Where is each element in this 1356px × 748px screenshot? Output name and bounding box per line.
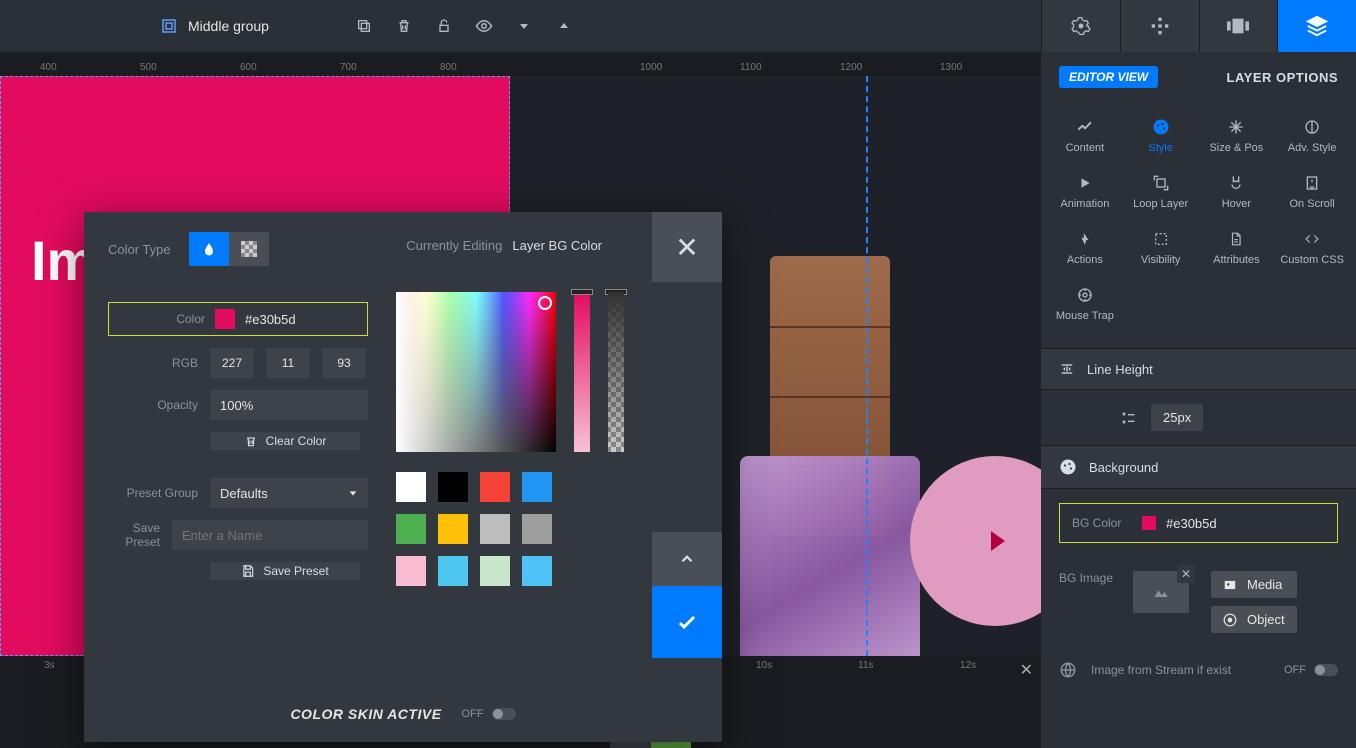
preset-swatch[interactable] <box>438 472 468 502</box>
preset-swatch[interactable] <box>396 514 426 544</box>
scroll-swatches-button[interactable] <box>652 532 722 586</box>
tab-style[interactable]: Style <box>1123 108 1199 164</box>
hue-slider[interactable] <box>574 292 590 452</box>
clear-color-button[interactable]: Clear Color <box>210 432 360 450</box>
tab-looplayer[interactable]: Loop Layer <box>1123 164 1199 220</box>
duplicate-icon[interactable] <box>347 9 381 43</box>
ruler: 400 500 600 700 800 1000 1100 1200 1300 … <box>0 52 1041 76</box>
settings-tab-icon[interactable] <box>1041 0 1120 52</box>
stream-toggle[interactable]: OFF <box>1284 664 1338 676</box>
save-preset-button[interactable]: Save Preset <box>210 562 360 580</box>
alpha-slider[interactable] <box>608 292 624 452</box>
opacity-field: Opacity 100% <box>108 390 368 420</box>
tab-customcss[interactable]: Custom CSS <box>1274 220 1350 276</box>
guide-line[interactable] <box>866 76 868 656</box>
image-placeholder-icon <box>1148 582 1174 602</box>
tab-onscroll[interactable]: On Scroll <box>1274 164 1350 220</box>
product-image[interactable] <box>760 256 900 656</box>
tab-actions[interactable]: Actions <box>1047 220 1123 276</box>
option-tabs: Content Style Size & Pos Adv. Style Anim… <box>1041 102 1356 348</box>
opacity-input[interactable]: 100% <box>210 390 368 420</box>
stream-label: Image from Stream if exist <box>1091 663 1270 677</box>
preset-swatch[interactable] <box>480 472 510 502</box>
currently-editing: Currently EditingLayer BG Color <box>396 238 602 253</box>
bg-image-thumb[interactable]: ✕ <box>1133 571 1189 613</box>
layers-tab-icon[interactable] <box>1277 0 1356 52</box>
panel-title: LAYER OPTIONS <box>1227 70 1338 85</box>
preset-swatch[interactable] <box>396 556 426 586</box>
tab-hover[interactable]: Hover <box>1199 164 1275 220</box>
line-height-icon <box>1119 410 1137 426</box>
rgb-b-input[interactable]: 93 <box>322 348 366 378</box>
bg-color-swatch <box>1142 516 1156 530</box>
editor-view-badge[interactable]: EDITOR VIEW <box>1059 66 1158 88</box>
preset-swatch[interactable] <box>438 514 468 544</box>
bg-color-field[interactable]: BG Color #e30b5d <box>1059 503 1338 543</box>
rgb-r-input[interactable]: 227 <box>210 348 254 378</box>
skin-active-toggle[interactable]: OFF <box>462 708 516 720</box>
confirm-color-button[interactable] <box>652 586 722 658</box>
line-height-value[interactable]: 25px <box>1151 404 1203 431</box>
section-line-height[interactable]: Line Height <box>1041 348 1356 390</box>
preset-group-field: Preset Group Defaults <box>108 478 368 508</box>
move-down-icon[interactable] <box>507 9 541 43</box>
close-picker-button[interactable]: ✕ <box>652 212 722 282</box>
preset-group-select[interactable]: Defaults <box>210 478 368 508</box>
preset-name-input[interactable] <box>172 520 368 550</box>
lock-icon[interactable] <box>427 9 461 43</box>
section-background[interactable]: Background <box>1041 445 1356 489</box>
solid-color-button[interactable] <box>189 232 229 266</box>
globe-icon <box>1059 661 1077 679</box>
nav-circle[interactable] <box>910 456 1041 626</box>
tab-mousetrap[interactable]: Mouse Trap <box>1047 276 1123 332</box>
preset-swatches <box>396 472 556 586</box>
hex-field[interactable]: Color #e30b5d <box>108 302 368 336</box>
color-picker-modal: ✕ Color Type Currently EditingLayer BG C… <box>84 212 722 742</box>
color-type-segment <box>189 232 269 266</box>
slides-tab-icon[interactable] <box>1199 0 1278 52</box>
media-button[interactable]: Media <box>1211 571 1297 598</box>
tab-advstyle[interactable]: Adv. Style <box>1274 108 1350 164</box>
chevron-right-icon <box>991 531 1005 551</box>
color-gradient-area[interactable] <box>396 292 556 452</box>
gradient-color-button[interactable] <box>229 232 269 266</box>
tab-visibility[interactable]: Visibility <box>1123 220 1199 276</box>
preset-swatch[interactable] <box>438 556 468 586</box>
preset-swatch[interactable] <box>522 556 552 586</box>
tab-content[interactable]: Content <box>1047 108 1123 164</box>
save-preset-field: Save Preset <box>108 520 368 550</box>
rgb-fields: RGB 227 11 93 <box>108 348 368 378</box>
tab-sizepos[interactable]: Size & Pos <box>1199 108 1275 164</box>
preset-swatch[interactable] <box>396 472 426 502</box>
hex-swatch <box>215 309 235 329</box>
navigation-tab-icon[interactable] <box>1120 0 1199 52</box>
object-button[interactable]: Object <box>1211 606 1297 633</box>
right-panel-tabs <box>1041 0 1356 52</box>
tab-attributes[interactable]: Attributes <box>1199 220 1275 276</box>
right-panel: EDITOR VIEW LAYER OPTIONS Content Style … <box>1041 52 1356 748</box>
delete-icon[interactable] <box>387 9 421 43</box>
preset-swatch[interactable] <box>522 514 552 544</box>
tab-animation[interactable]: Animation <box>1047 164 1123 220</box>
preset-swatch[interactable] <box>480 514 510 544</box>
visibility-icon[interactable] <box>467 9 501 43</box>
preset-swatch[interactable] <box>480 556 510 586</box>
preset-swatch[interactable] <box>522 472 552 502</box>
rgb-g-input[interactable]: 11 <box>266 348 310 378</box>
move-up-icon[interactable] <box>547 9 581 43</box>
skin-active-label: COLOR SKIN ACTIVE <box>290 706 441 722</box>
color-type-label: Color Type <box>108 242 171 257</box>
remove-image-icon[interactable]: ✕ <box>1177 565 1195 583</box>
selected-layer-label[interactable]: Middle group <box>160 17 269 35</box>
